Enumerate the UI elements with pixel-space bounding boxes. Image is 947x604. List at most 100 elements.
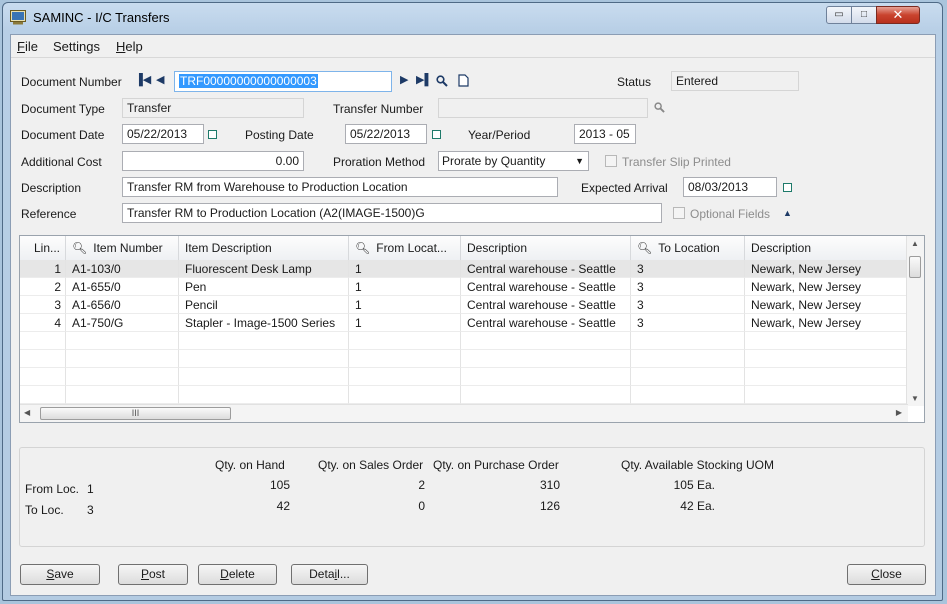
cell-line[interactable]: 2 [20, 278, 66, 296]
cell-to-description[interactable] [745, 368, 908, 386]
first-record-icon[interactable]: ▐◀ [135, 73, 151, 86]
cell-item-number[interactable] [66, 386, 179, 404]
posting-date-input[interactable]: 05/22/2013 [345, 124, 427, 144]
cell-from-description[interactable]: Central warehouse - Seattle [461, 314, 631, 332]
col-line[interactable]: Lin... [20, 236, 66, 260]
cell-item-description[interactable] [179, 332, 349, 350]
cell-from-location[interactable] [349, 386, 461, 404]
cell-from-location[interactable]: 1 [349, 278, 461, 296]
cell-item-number[interactable] [66, 332, 179, 350]
cell-from-location[interactable]: 1 [349, 296, 461, 314]
cell-to-location[interactable] [631, 386, 745, 404]
cell-line[interactable]: 1 [20, 260, 66, 278]
cell-item-number[interactable]: A1-750/G [66, 314, 179, 332]
minimize-button[interactable]: ▭ [826, 6, 852, 24]
horizontal-scroll-thumb[interactable]: III [40, 407, 231, 420]
table-row[interactable]: 2 A1-655/0 Pen 1 Central warehouse - Seattle… [20, 278, 908, 296]
cell-from-location[interactable]: 1 [349, 314, 461, 332]
detail-grid[interactable]: Lin... 🔍︎ Item Number Item Description 🔍︎… [19, 235, 925, 423]
cell-item-number[interactable] [66, 350, 179, 368]
cell-from-location[interactable] [349, 368, 461, 386]
cell-line[interactable]: 3 [20, 296, 66, 314]
table-row[interactable]: 1 A1-103/0 Fluorescent Desk Lamp 1 Central w… [20, 260, 908, 278]
optional-fields-checkbox[interactable] [673, 207, 685, 219]
col-to-description[interactable]: Description [745, 236, 908, 260]
cell-from-location[interactable] [349, 350, 461, 368]
cell-from-description[interactable] [461, 332, 631, 350]
cell-from-location[interactable]: 1 [349, 260, 461, 278]
cell-to-description[interactable]: Newark, New Jersey [745, 278, 908, 296]
empty-row[interactable] [20, 350, 908, 368]
proration-method-select[interactable]: Prorate by Quantity ▼ [438, 151, 589, 171]
collapse-up-icon[interactable]: ▲ [783, 208, 792, 218]
cell-to-description[interactable] [745, 332, 908, 350]
col-from-location[interactable]: 🔍︎ From Locat... [349, 236, 461, 260]
cell-line[interactable] [20, 368, 66, 386]
cell-line[interactable] [20, 332, 66, 350]
post-button[interactable]: Post [118, 564, 188, 585]
vertical-scrollbar[interactable]: ▲ ▼ [906, 236, 924, 406]
cell-from-description[interactable] [461, 386, 631, 404]
detail-button[interactable]: Detail... [291, 564, 368, 585]
cell-to-location[interactable]: 3 [631, 296, 745, 314]
maximize-button[interactable]: □ [851, 6, 877, 24]
transfer-slip-printed-checkbox[interactable] [605, 155, 617, 167]
cell-item-description[interactable]: Stapler - Image-1500 Series [179, 314, 349, 332]
cell-item-description[interactable]: Pencil [179, 296, 349, 314]
menu-settings[interactable]: Settings [53, 39, 100, 54]
cell-to-location[interactable] [631, 368, 745, 386]
reference-input[interactable]: Transfer RM to Production Location (A2(I… [122, 203, 662, 223]
finder-icon[interactable] [436, 75, 448, 87]
scroll-down-icon[interactable]: ▼ [911, 394, 919, 403]
cell-from-description[interactable] [461, 368, 631, 386]
menu-help[interactable]: Help [116, 39, 143, 54]
cell-item-number[interactable] [66, 368, 179, 386]
close-button[interactable]: Close [847, 564, 926, 585]
cell-item-number[interactable]: A1-103/0 [66, 260, 179, 278]
cell-to-location[interactable]: 3 [631, 260, 745, 278]
table-row[interactable]: 4 A1-750/G Stapler - Image-1500 Series 1 Cen… [20, 314, 908, 332]
cell-to-description[interactable]: Newark, New Jersey [745, 260, 908, 278]
col-item-number[interactable]: 🔍︎ Item Number [66, 236, 179, 260]
cell-to-location[interactable]: 3 [631, 278, 745, 296]
menu-file[interactable]: File [17, 39, 38, 54]
cell-line[interactable]: 4 [20, 314, 66, 332]
cell-item-description[interactable] [179, 350, 349, 368]
cell-to-description[interactable] [745, 350, 908, 368]
previous-record-icon[interactable]: ◀ [156, 73, 164, 86]
cell-line[interactable] [20, 350, 66, 368]
save-button[interactable]: Save [20, 564, 100, 585]
vertical-scroll-thumb[interactable] [909, 256, 921, 278]
cell-item-number[interactable]: A1-656/0 [66, 296, 179, 314]
cell-from-location[interactable] [349, 332, 461, 350]
table-row[interactable]: 3 A1-656/0 Pencil 1 Central warehouse - Seat… [20, 296, 908, 314]
cell-to-description[interactable] [745, 386, 908, 404]
empty-row[interactable] [20, 332, 908, 350]
expected-arrival-calendar-icon[interactable] [783, 183, 792, 192]
expected-arrival-input[interactable]: 08/03/2013 [683, 177, 777, 197]
title-bar[interactable]: SAMINC - I/C Transfers ▭ □ ✕ [3, 3, 942, 33]
empty-row[interactable] [20, 386, 908, 404]
cell-from-description[interactable]: Central warehouse - Seattle [461, 260, 631, 278]
empty-row[interactable] [20, 368, 908, 386]
col-item-description[interactable]: Item Description [179, 236, 349, 260]
delete-button[interactable]: Delete [198, 564, 277, 585]
cell-to-description[interactable]: Newark, New Jersey [745, 296, 908, 314]
cell-to-location[interactable]: 3 [631, 314, 745, 332]
description-input[interactable]: Transfer RM from Warehouse to Production… [122, 177, 558, 197]
cell-item-description[interactable]: Fluorescent Desk Lamp [179, 260, 349, 278]
col-to-location[interactable]: 🔍︎ To Location [631, 236, 745, 260]
cell-item-description[interactable] [179, 386, 349, 404]
cell-line[interactable] [20, 386, 66, 404]
scroll-left-icon[interactable]: ◀ [24, 408, 30, 417]
year-period-input[interactable]: 2013 - 05 [574, 124, 636, 144]
close-window-button[interactable]: ✕ [876, 6, 920, 24]
next-record-icon[interactable]: ▶ [400, 73, 408, 86]
posting-date-calendar-icon[interactable] [432, 130, 441, 139]
new-document-icon[interactable] [458, 74, 469, 87]
last-record-icon[interactable]: ▶▌ [416, 73, 432, 86]
cell-item-number[interactable]: A1-655/0 [66, 278, 179, 296]
scroll-up-icon[interactable]: ▲ [911, 239, 919, 248]
cell-to-description[interactable]: Newark, New Jersey [745, 314, 908, 332]
cell-item-description[interactable]: Pen [179, 278, 349, 296]
